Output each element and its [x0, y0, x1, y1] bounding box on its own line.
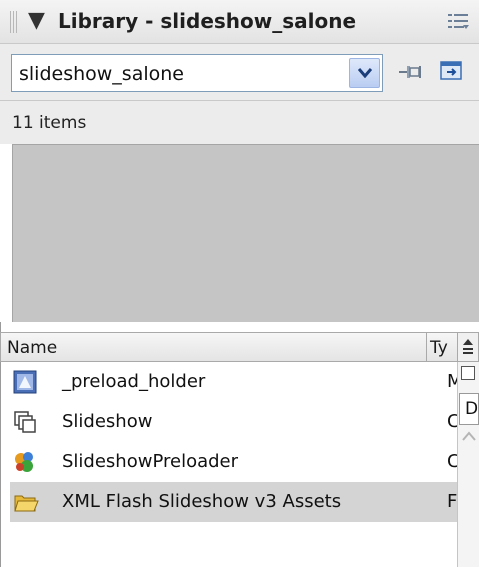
movieclip-icon	[13, 370, 37, 394]
component-icon	[13, 410, 37, 434]
panel-title[interactable]: Library - slideshow_salone	[58, 8, 356, 34]
list-item-name: XML Flash Slideshow v3 Assets	[62, 491, 342, 512]
document-select-value: slideshow_salone	[19, 63, 184, 85]
panel-grip-handle[interactable]	[10, 11, 18, 33]
scrollbar-partial-button-label: D	[465, 399, 479, 419]
column-header-name[interactable]: Name	[0, 332, 427, 362]
list-item-type: C	[447, 451, 457, 472]
collapse-arrow-icon[interactable]: ▼	[28, 8, 45, 34]
panel-options-menu-icon[interactable]	[448, 12, 470, 32]
list-item-name: _preload_holder	[62, 371, 206, 392]
pin-library-icon[interactable]	[398, 60, 422, 84]
component-icon	[13, 450, 37, 474]
list-item[interactable]: _preload_holder M	[10, 362, 457, 402]
column-header-type[interactable]: Ty	[427, 332, 458, 362]
list-item-type: C	[447, 411, 457, 432]
list-item-type: M	[447, 371, 457, 392]
list-item-selected[interactable]: XML Flash Slideshow v3 Assets F	[10, 482, 457, 522]
column-header-name-label: Name	[7, 338, 58, 358]
scrollbar-partial-button[interactable]: D	[459, 393, 479, 425]
item-count-bar: 11 items	[0, 100, 479, 144]
folder-icon	[13, 490, 39, 514]
list-item-name: Slideshow	[62, 411, 153, 432]
checkbox-icon[interactable]	[461, 366, 475, 380]
new-library-panel-icon[interactable]	[439, 59, 465, 83]
item-count: 11 items	[12, 113, 87, 133]
library-toolbar: slideshow_salone	[0, 44, 479, 100]
list-item-name: SlideshowPreloader	[62, 451, 239, 472]
list-item[interactable]: Slideshow C	[10, 402, 457, 442]
list-item[interactable]: SlideshowPreloader C	[10, 442, 457, 482]
chevron-down-icon[interactable]	[349, 58, 380, 88]
preview-pane	[12, 144, 479, 322]
scroll-up-icon[interactable]	[461, 428, 477, 442]
document-select[interactable]: slideshow_salone	[11, 54, 383, 92]
sort-order-toggle-icon[interactable]	[458, 332, 479, 362]
column-header-type-label: Ty	[430, 338, 448, 358]
list-item-type: F	[447, 491, 457, 512]
